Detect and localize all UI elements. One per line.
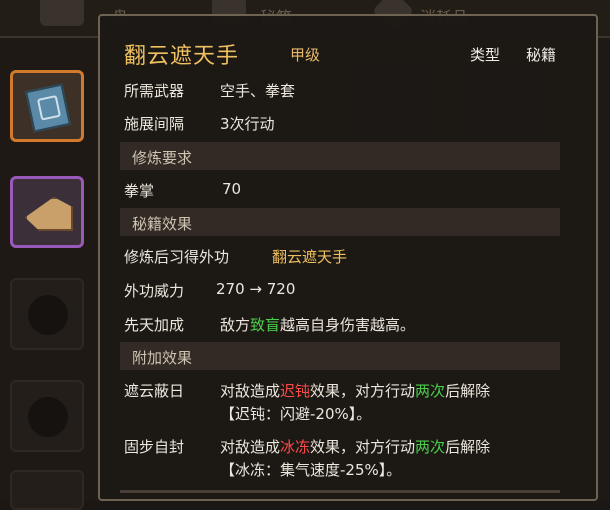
extra-name: 固步自封: [124, 438, 185, 456]
panel-bottom-divider: [120, 490, 560, 493]
section-title: 秘籍效果: [132, 215, 193, 233]
extra-post: 后解除: [445, 438, 491, 456]
section-header-effects: 秘籍效果: [120, 208, 560, 236]
item-name: 翻云遮天手: [124, 44, 240, 69]
innate-text: 敌方致盲越高自身伤害越高。: [220, 314, 415, 335]
extra-detail: 【迟钝：闪避-20%】。: [220, 405, 372, 423]
extra-detail: 【冰冻：集气速度-25%】。: [220, 461, 402, 479]
extra-status: 迟钝: [280, 382, 311, 400]
extra-name: 遮云蔽日: [124, 382, 185, 400]
inventory-slot-selected[interactable]: [10, 70, 84, 142]
extra-mid: 效果，对方行动: [310, 438, 416, 456]
book-icon: [25, 83, 71, 133]
extra-count: 两次: [415, 382, 446, 400]
section-title: 修炼要求: [132, 149, 193, 167]
extra-pre: 对敌造成: [220, 382, 281, 400]
innate-label: 先天加成: [124, 316, 185, 334]
extra-status: 冰冻: [280, 438, 311, 456]
inventory-slot-purple[interactable]: [10, 176, 84, 248]
requirement-label: 拳掌: [124, 182, 155, 200]
section-header-requirements: 修炼要求: [120, 142, 560, 170]
innate-pre: 敌方: [220, 316, 251, 334]
extra-description: 对敌造成迟钝效果，对方行动两次后解除: [220, 380, 490, 401]
innate-post: 越高自身伤害越高。: [280, 316, 416, 334]
inventory-slot-empty[interactable]: [10, 380, 84, 452]
section-header-extra: 附加效果: [120, 342, 560, 370]
item-grade: 甲级: [290, 46, 321, 64]
item-type-label: 类型: [470, 46, 501, 64]
learn-value: 翻云遮天手: [272, 248, 348, 266]
extra-count: 两次: [415, 438, 446, 456]
fan-scroll-icon: [25, 197, 73, 231]
inventory-slot-empty[interactable]: [10, 278, 84, 350]
power-label: 外功威力: [124, 282, 185, 300]
weapon-label: 所需武器: [124, 82, 185, 100]
requirement-value: 70: [222, 180, 242, 198]
extra-mid: 效果，对方行动: [310, 382, 416, 400]
item-type-value: 秘籍: [526, 46, 557, 64]
extra-description: 对敌造成冰冻效果，对方行动两次后解除: [220, 436, 490, 457]
extra-post: 后解除: [445, 382, 491, 400]
inventory-slot-empty[interactable]: [10, 470, 84, 510]
bag-icon[interactable]: [40, 0, 84, 26]
innate-highlight: 致盲: [250, 316, 281, 334]
learn-label: 修炼后习得外功: [124, 248, 230, 266]
empty-slot-circle: [28, 295, 68, 335]
interval-value: 3次行动: [220, 115, 275, 133]
section-title: 附加效果: [132, 349, 193, 367]
interval-label: 施展间隔: [124, 115, 185, 133]
empty-slot-circle: [28, 397, 68, 437]
weapon-value: 空手、拳套: [220, 82, 296, 100]
power-value: 270 → 720: [216, 280, 296, 298]
extra-pre: 对敌造成: [220, 438, 281, 456]
